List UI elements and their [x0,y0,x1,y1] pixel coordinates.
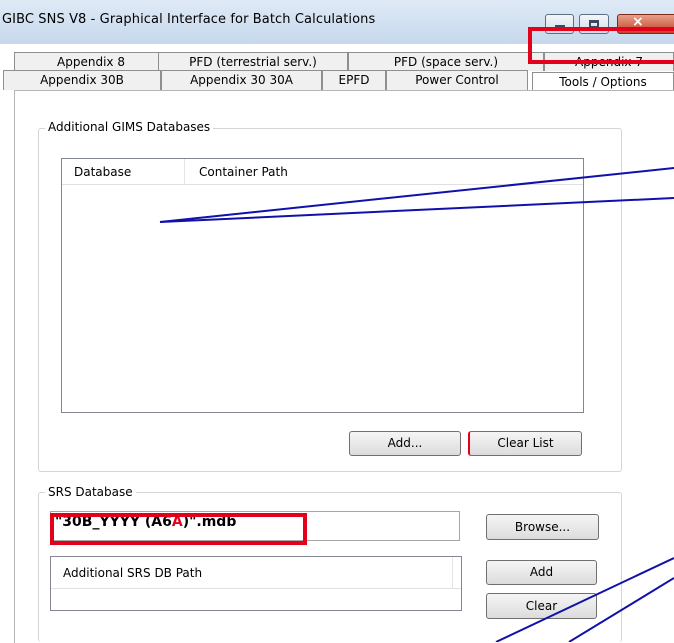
gims-group-title: Additional GIMS Databases [45,120,214,134]
srs-group-title: SRS Database [45,485,136,499]
active-tab-highlight [528,27,674,64]
srs-add-button[interactable]: Add [486,560,597,585]
browse-button[interactable]: Browse... [486,514,599,540]
window-title: GIBC SNS V8 - Graphical Interface for Ba… [2,12,376,27]
tab-power-control[interactable]: Power Control [386,70,528,90]
column-additional-srs-path[interactable]: Additional SRS DB Path [51,557,453,589]
clear-list-button[interactable]: Clear List [468,431,582,456]
srs-value-highlight [50,513,307,545]
srs-clear-button[interactable]: Clear [486,593,597,619]
column-container-path[interactable]: Container Path [185,159,585,185]
tab-appendix-30-30a[interactable]: Appendix 30 30A [161,70,322,90]
tab-appendix-30b[interactable]: Appendix 30B [3,70,161,90]
gims-database-list[interactable]: Database Container Path [61,158,584,413]
gims-list-header: Database Container Path [62,159,583,185]
gims-add-button[interactable]: Add... [349,431,461,456]
tab-appendix-8[interactable]: Appendix 8 [14,52,168,71]
column-database[interactable]: Database [62,159,185,185]
tab-pfd-space[interactable]: PFD (space serv.) [348,52,544,71]
additional-srs-header: Additional SRS DB Path [51,557,461,589]
tab-pfd-terrestrial[interactable]: PFD (terrestrial serv.) [158,52,348,71]
additional-srs-list[interactable]: Additional SRS DB Path [50,556,462,611]
tab-epfd[interactable]: EPFD [322,70,386,90]
